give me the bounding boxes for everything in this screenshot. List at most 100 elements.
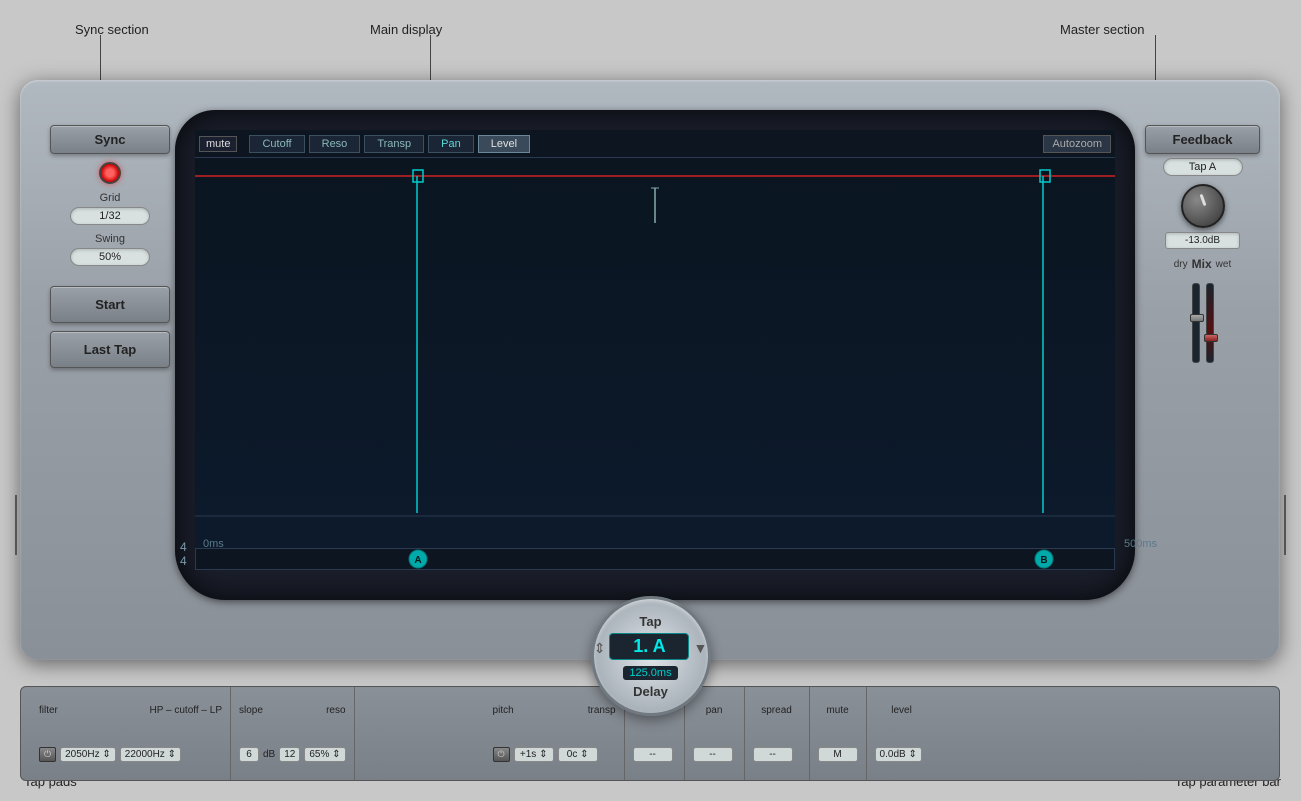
pan-label-bar: pan — [693, 705, 736, 716]
filter-group: filter HP – cutoff – LP ⏻ 2050Hz ⇕ 22000… — [31, 687, 231, 780]
knob-container — [1145, 184, 1260, 228]
tap-circle[interactable]: Tap ⇕ 1. A ▼ 125.0ms Delay — [591, 596, 711, 716]
grid-value[interactable]: 1/32 — [70, 207, 150, 225]
slope-box-value[interactable]: 12 — [279, 747, 300, 762]
filter-sub-label: HP – cutoff – LP — [150, 705, 222, 716]
swing-label: Swing — [50, 233, 170, 245]
db-display[interactable]: -13.0dB — [1165, 232, 1240, 249]
transp-arrows: ⇕ — [580, 749, 588, 760]
feedback-knob[interactable] — [1181, 184, 1225, 228]
slope-unit: dB — [263, 749, 275, 760]
master-section-annotation: Master section — [1060, 22, 1145, 37]
dry-slider-thumb[interactable] — [1190, 314, 1204, 322]
filter-lp-arrows: ⇕ — [168, 749, 176, 760]
main-display-annotation: Main display — [370, 22, 442, 37]
ab-markers-svg: A B — [196, 548, 1114, 570]
swing-value[interactable]: 50% — [70, 248, 150, 266]
filter-row: ⏻ 2050Hz ⇕ 22000Hz ⇕ — [39, 747, 222, 762]
slope-group: slope reso 6 dB 12 65% ⇕ — [231, 687, 355, 780]
device-body: Sync Grid 1/32 Swing 50% Start Last Tap … — [20, 80, 1280, 660]
mix-label: Mix — [1192, 257, 1212, 271]
bracket-left — [15, 495, 17, 555]
dry-slider-track[interactable] — [1192, 283, 1200, 363]
pitch-arrows: ⇕ — [539, 749, 547, 760]
filter-hp-value[interactable]: 2050Hz ⇕ — [60, 747, 116, 762]
tap-bottom-label: Delay — [633, 684, 668, 699]
svg-text:B: B — [1040, 555, 1047, 566]
sync-led-container — [50, 162, 170, 184]
bracket-right — [1284, 495, 1286, 555]
spread-value[interactable]: -- — [753, 747, 793, 762]
mute-group: mute M — [810, 687, 867, 780]
level-value[interactable]: 0.0dB ⇕ — [875, 747, 922, 762]
transp-value[interactable]: 0c ⇕ — [558, 747, 598, 762]
svg-text:A: A — [414, 555, 421, 566]
level-group: level 0.0dB ⇕ — [867, 687, 937, 780]
slope-label: slope — [239, 705, 263, 716]
wet-slider-thumb[interactable] — [1204, 334, 1218, 342]
time-label-end: 500ms — [1124, 538, 1157, 550]
autozoom-button[interactable]: Autozoom — [1043, 135, 1111, 153]
start-button[interactable]: Start — [50, 286, 170, 323]
time-signature: 44 — [180, 540, 187, 569]
tap-control-row: ⇕ 1. A ▼ — [594, 633, 708, 664]
mute-row: M — [818, 747, 858, 762]
waveform-svg — [195, 158, 1115, 548]
flip-row: -- — [633, 747, 676, 762]
pitch-value[interactable]: +1s ⇕ — [514, 747, 554, 762]
master-section: Feedback Tap A -13.0dB dry Mix wet — [1145, 125, 1260, 363]
spread-group: spread -- — [745, 687, 810, 780]
tab-transp[interactable]: Transp — [364, 135, 424, 153]
reso-value[interactable]: 65% ⇕ — [304, 747, 345, 762]
last-tap-button[interactable]: Last Tap — [50, 331, 170, 368]
ab-marker-row: A B — [195, 548, 1115, 570]
mix-sliders — [1145, 273, 1260, 363]
level-row: 0.0dB ⇕ — [875, 747, 929, 762]
grid-label: Grid — [50, 192, 170, 204]
tap-left-arrow: ⇕ — [594, 640, 606, 657]
tap-sub-value: 125.0ms — [623, 666, 677, 680]
pan-value[interactable]: -- — [693, 747, 733, 762]
sync-section-annotation: Sync section — [75, 22, 149, 37]
filter-enable-btn[interactable]: ⏻ — [39, 747, 56, 762]
tab-cutoff[interactable]: Cutoff — [249, 135, 304, 153]
sync-button[interactable]: Sync — [50, 125, 170, 154]
pitch-group: pitch transp ⏻ +1s ⇕ 0c ⇕ — [485, 687, 625, 780]
filter-label: filter — [39, 705, 58, 716]
sync-section: Sync Grid 1/32 Swing 50% Start Last Tap — [50, 125, 170, 376]
wet-label: wet — [1216, 259, 1232, 270]
mix-label-row: dry Mix wet — [1145, 257, 1260, 271]
level-arrows: ⇕ — [908, 749, 916, 760]
level-label: level — [875, 705, 929, 716]
pitch-label: pitch — [493, 705, 514, 716]
tap-main-display[interactable]: 1. A — [609, 633, 689, 660]
tab-level[interactable]: Level — [478, 135, 530, 153]
display-tabs-row: mute Cutoff Reso Transp Pan Level Autozo… — [195, 130, 1115, 158]
mute-value[interactable]: M — [818, 747, 858, 762]
wet-slider-track[interactable] — [1206, 283, 1214, 363]
pitch-row: ⏻ +1s ⇕ 0c ⇕ — [493, 747, 616, 762]
spread-label: spread — [753, 705, 801, 716]
tap-right-arrow: ▼ — [693, 640, 707, 656]
transp-label: transp — [588, 705, 616, 716]
tab-pan[interactable]: Pan — [428, 135, 474, 153]
reso-arrows: ⇕ — [332, 749, 340, 760]
dry-label: dry — [1174, 259, 1188, 270]
filter-lp-value[interactable]: 22000Hz ⇕ — [120, 747, 181, 762]
pan-group: pan -- — [685, 687, 745, 780]
reso-label: reso — [326, 705, 345, 716]
spread-row: -- — [753, 747, 801, 762]
slope-value[interactable]: 6 — [239, 747, 259, 762]
flip-value[interactable]: -- — [633, 747, 673, 762]
tap-a-display[interactable]: Tap A — [1163, 158, 1243, 176]
waveform-area — [195, 158, 1115, 548]
mute-bar-label: mute — [818, 705, 858, 716]
pan-row: -- — [693, 747, 736, 762]
tap-top-label: Tap — [639, 614, 661, 629]
mute-label[interactable]: mute — [199, 136, 237, 152]
pitch-enable-btn[interactable]: ⏻ — [493, 747, 510, 762]
slope-row: 6 dB 12 65% ⇕ — [239, 747, 346, 762]
tab-reso[interactable]: Reso — [309, 135, 361, 153]
feedback-button[interactable]: Feedback — [1145, 125, 1260, 154]
filter-hp-arrows: ⇕ — [102, 749, 110, 760]
